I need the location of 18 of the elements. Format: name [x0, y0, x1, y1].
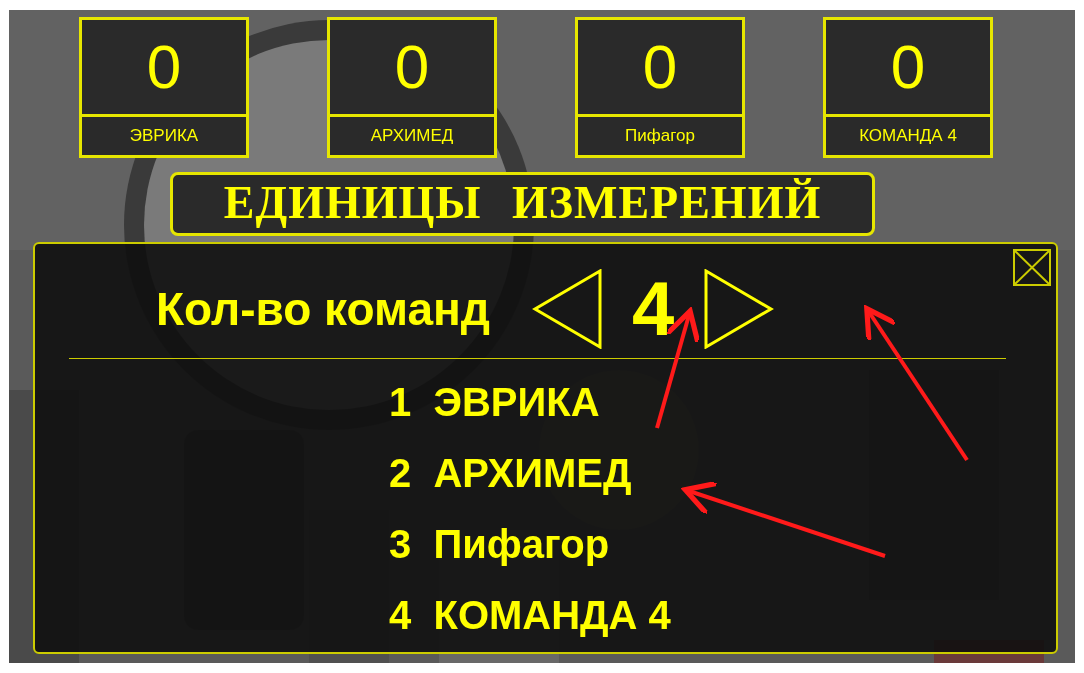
title-banner: ЕДИНИЦЫ ИЗМЕРЕНИЙ: [170, 172, 875, 236]
team-count-value: 4: [632, 271, 675, 347]
score-value: 0: [393, 31, 431, 103]
team-name: Пифагор: [578, 114, 742, 155]
previous-button[interactable]: [532, 269, 603, 349]
team-entry: 3 Пифагор: [389, 521, 610, 568]
team-name: ЭВРИКА: [82, 114, 246, 155]
score-value: 0: [889, 31, 927, 103]
next-button[interactable]: [704, 269, 775, 349]
team-entry: 1 ЭВРИКА: [389, 379, 600, 426]
team-entry: 2 АРХИМЕД: [389, 450, 632, 497]
team-count-label: Кол-во команд: [156, 281, 491, 337]
close-button[interactable]: [1013, 249, 1051, 286]
team-entry: 4 КОМАНДА 4: [389, 592, 671, 639]
team-name: КОМАНДА 4: [826, 114, 990, 155]
score-value: 0: [145, 31, 183, 103]
team-name: АРХИМЕД: [330, 114, 494, 155]
score-value: 0: [641, 31, 679, 103]
